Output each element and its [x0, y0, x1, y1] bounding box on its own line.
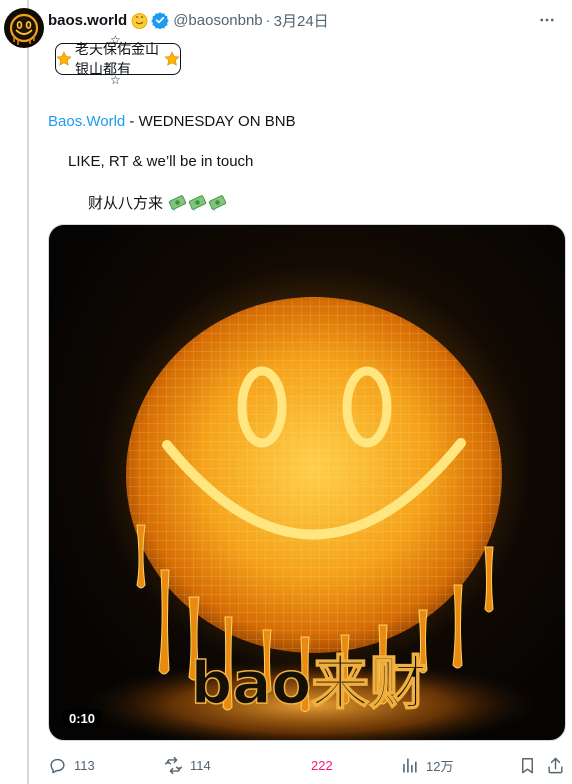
display-name[interactable]: baos.world	[48, 12, 127, 29]
retweet-count: 114	[190, 757, 211, 773]
views-icon	[403, 757, 417, 773]
banner-box: 老天保佑金山银山都有	[55, 41, 181, 77]
tweet-header: baos.world @baosonbnb · 3月24日	[48, 9, 558, 31]
tweet-text-line: 财从八方来	[88, 192, 227, 213]
tweet-text: LIKE, RT & we’ll be in touch	[68, 153, 254, 170]
money-emoji-icon	[168, 193, 187, 212]
emoji-face-icon	[131, 12, 148, 29]
tweet-text-line: Baos.World - WEDNESDAY ON BNB	[48, 113, 296, 130]
money-emoji-icon	[208, 193, 227, 212]
retweet-icon	[164, 756, 183, 774]
tweet-text-line: LIKE, RT & we’ll be in touch	[68, 153, 253, 170]
reply-count: 113	[74, 757, 95, 773]
video-duration-badge: 0:10	[63, 709, 102, 728]
action-bar: 113 114 222 12万	[48, 752, 566, 778]
more-icon[interactable]	[536, 9, 558, 31]
tweet-date[interactable]: 3月24日	[274, 10, 329, 31]
thread-line	[27, 0, 29, 784]
tweet-text: - WEDNESDAY ON BNB	[125, 113, 296, 130]
share-icon	[548, 757, 563, 773]
retweet-button[interactable]: 114	[164, 752, 211, 778]
like-count: 222	[311, 757, 333, 773]
avatar[interactable]	[4, 8, 44, 48]
handle[interactable]: @baosonbnb	[173, 12, 262, 29]
reply-icon	[50, 758, 65, 773]
verified-badge-icon[interactable]	[151, 11, 169, 30]
money-emoji-icon	[188, 193, 207, 212]
video-thumbnail: bao来财	[81, 265, 541, 740]
separator-dot: ·	[265, 11, 271, 29]
share-button[interactable]	[546, 752, 565, 778]
outline-star-icon: ☆	[110, 73, 121, 87]
views-button[interactable]: 12万	[400, 752, 453, 778]
banner-text-art: ☆ 老天保佑金山银山都有 ☆	[52, 34, 184, 86]
video-overlay-text: bao来财	[191, 649, 428, 717]
reply-button[interactable]: 113	[48, 752, 95, 778]
tweet-video[interactable]: bao来财 0:10	[48, 224, 566, 741]
baos-world-link[interactable]: Baos.World	[48, 113, 125, 130]
star-emoji-icon	[164, 51, 180, 67]
star-emoji-icon	[56, 51, 72, 67]
tweet-text: 财从八方来	[88, 195, 164, 212]
like-button[interactable]: 222	[304, 752, 333, 778]
bookmark-icon	[522, 757, 533, 773]
views-count: 12万	[426, 758, 454, 774]
bookmark-button[interactable]	[518, 752, 537, 778]
